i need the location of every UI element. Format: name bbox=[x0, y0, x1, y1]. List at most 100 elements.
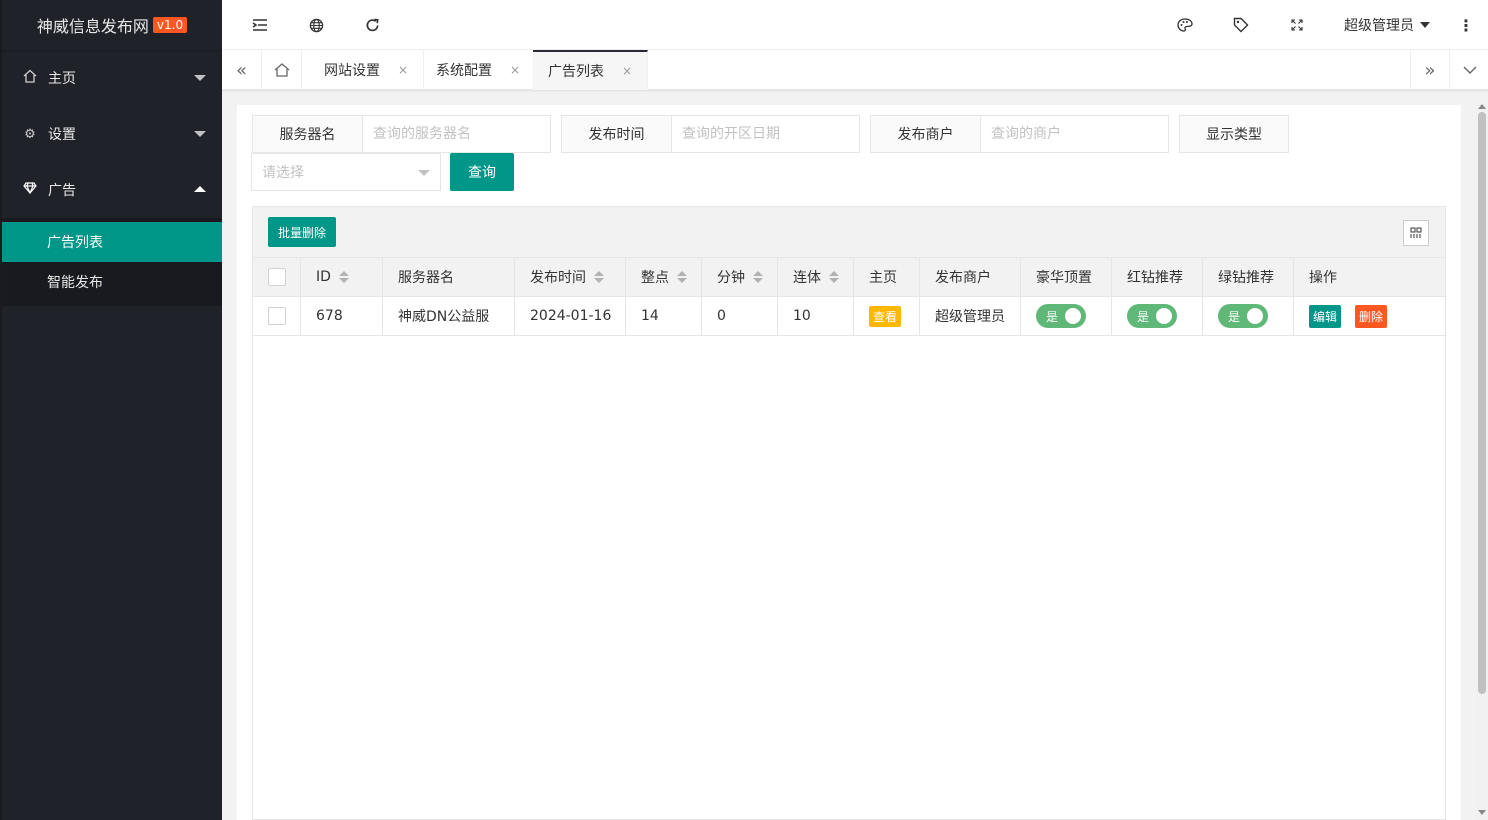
th-label: 豪华顶置 bbox=[1036, 270, 1092, 286]
chevron-up-icon bbox=[194, 186, 206, 192]
page-scrollbar[interactable] bbox=[1476, 102, 1488, 820]
cell-merchant: 超级管理员 bbox=[920, 297, 1021, 335]
more-vertical-icon[interactable]: ⋮ bbox=[1458, 0, 1474, 50]
tab-bar: « 网站设置 × 系统配置 × 广告列表 × » bbox=[222, 50, 1488, 90]
th-id[interactable]: ID bbox=[301, 258, 383, 296]
edit-button[interactable]: 编辑 bbox=[1309, 304, 1342, 328]
display-type-field: 显示类型 bbox=[1179, 115, 1289, 153]
sort-icon[interactable] bbox=[594, 271, 604, 283]
chevron-down-icon bbox=[194, 131, 206, 137]
server-name-input[interactable] bbox=[363, 116, 550, 152]
th-label: 服务器名 bbox=[398, 270, 454, 286]
sort-icon[interactable] bbox=[338, 271, 349, 283]
cell-minute: 0 bbox=[702, 297, 778, 335]
column-filter-icon[interactable] bbox=[1403, 220, 1429, 246]
merchant-input[interactable] bbox=[981, 116, 1168, 152]
tab-home-icon[interactable] bbox=[262, 50, 302, 90]
th-time[interactable]: 发布时间 bbox=[515, 258, 626, 296]
palette-icon[interactable] bbox=[1165, 0, 1205, 50]
luxury-top-toggle[interactable]: 是 bbox=[1036, 304, 1086, 328]
tabs-scroll-right-icon[interactable]: » bbox=[1410, 50, 1450, 90]
sidebar-item-settings[interactable]: ⚙ 设置 bbox=[2, 106, 222, 162]
delete-button[interactable]: 删除 bbox=[1355, 304, 1388, 328]
sidebar-item-ads[interactable]: 广告 bbox=[2, 162, 222, 218]
sidebar-item-label: 设置 bbox=[48, 127, 76, 143]
tab-system-config[interactable]: 系统配置 × bbox=[421, 50, 537, 90]
refresh-icon[interactable] bbox=[352, 0, 392, 50]
tab-label: 系统配置 bbox=[436, 63, 492, 79]
table-toolbar: 批量删除 bbox=[253, 207, 1445, 258]
toggle-label: 是 bbox=[1228, 309, 1241, 324]
th-server: 服务器名 bbox=[383, 258, 515, 296]
sort-icon[interactable] bbox=[829, 271, 839, 283]
sidebar-item-ad-list[interactable]: 广告列表 bbox=[2, 222, 222, 262]
fullscreen-icon[interactable] bbox=[1277, 0, 1317, 50]
publish-date-input[interactable] bbox=[672, 116, 859, 152]
query-button[interactable]: 查询 bbox=[450, 153, 514, 191]
th-label: 分钟 bbox=[717, 270, 745, 286]
version-badge: v1.0 bbox=[152, 17, 188, 33]
home-icon bbox=[22, 69, 38, 87]
user-name: 超级管理员 bbox=[1344, 18, 1414, 34]
tab-label: 广告列表 bbox=[548, 64, 604, 80]
th-green-diamond: 绿钻推荐 bbox=[1203, 258, 1294, 296]
search-server-field: 服务器名 bbox=[252, 115, 551, 153]
view-home-badge[interactable]: 查看 bbox=[869, 305, 902, 327]
toggle-knob bbox=[1065, 308, 1081, 324]
scrollbar-thumb[interactable] bbox=[1478, 112, 1486, 694]
toggle-label: 是 bbox=[1046, 309, 1059, 324]
cell-luxury-top: 是 bbox=[1021, 297, 1112, 335]
close-icon[interactable]: × bbox=[510, 63, 520, 77]
gear-icon: ⚙ bbox=[24, 126, 36, 142]
tab-site-settings[interactable]: 网站设置 × bbox=[309, 50, 425, 90]
scroll-up-icon[interactable] bbox=[1478, 104, 1486, 109]
cell-actions: 编辑 删除 bbox=[1294, 297, 1445, 335]
green-diamond-toggle[interactable]: 是 bbox=[1218, 304, 1268, 328]
th-combo[interactable]: 连体 bbox=[778, 258, 854, 296]
close-icon[interactable]: × bbox=[398, 63, 408, 77]
select-all-checkbox[interactable] bbox=[268, 268, 286, 286]
th-label: 绿钻推荐 bbox=[1218, 270, 1274, 286]
th-label: ID bbox=[316, 269, 331, 285]
row-checkbox[interactable] bbox=[268, 307, 286, 325]
sidebar-item-label: 广告 bbox=[48, 183, 76, 199]
ad-table: 批量删除 ID 服务器名 发布时间 整点 分钟 连体 主页 发布商户 豪华顶置 … bbox=[252, 206, 1446, 820]
th-hour[interactable]: 整点 bbox=[626, 258, 702, 296]
cell-red-diamond: 是 bbox=[1112, 297, 1203, 335]
th-actions: 操作 bbox=[1294, 258, 1445, 296]
select-all-cell bbox=[253, 258, 301, 296]
th-minute[interactable]: 分钟 bbox=[702, 258, 778, 296]
search-time-field: 发布时间 bbox=[561, 115, 860, 153]
top-header: 超级管理员 ⋮ bbox=[222, 0, 1488, 50]
sort-icon[interactable] bbox=[753, 271, 763, 283]
chevron-down-icon bbox=[418, 170, 430, 176]
cell-time: 2024-01-16 bbox=[515, 297, 626, 335]
scroll-down-icon[interactable] bbox=[1478, 810, 1486, 815]
th-label: 发布时间 bbox=[530, 270, 586, 286]
user-menu[interactable]: 超级管理员 bbox=[1344, 0, 1430, 50]
th-merchant: 发布商户 bbox=[920, 258, 1021, 296]
cell-green-diamond: 是 bbox=[1203, 297, 1294, 335]
globe-icon[interactable] bbox=[296, 0, 336, 50]
table-header: ID 服务器名 发布时间 整点 分钟 连体 主页 发布商户 豪华顶置 红钻推荐 … bbox=[253, 258, 1445, 297]
batch-delete-button[interactable]: 批量删除 bbox=[268, 217, 336, 247]
menu-fold-icon[interactable] bbox=[240, 0, 280, 50]
tabs-scroll-left-icon[interactable]: « bbox=[222, 50, 262, 90]
cell-server: 神威DN公益服 bbox=[383, 297, 515, 335]
th-label: 主页 bbox=[869, 270, 897, 286]
select-placeholder: 请选择 bbox=[262, 165, 304, 181]
row-select-cell bbox=[253, 297, 301, 335]
th-red-diamond: 红钻推荐 bbox=[1112, 258, 1203, 296]
th-label: 红钻推荐 bbox=[1127, 270, 1183, 286]
sidebar-item-smart-publish[interactable]: 智能发布 bbox=[2, 262, 222, 302]
sort-icon[interactable] bbox=[677, 271, 687, 283]
sidebar-item-home[interactable]: 主页 bbox=[2, 50, 222, 106]
red-diamond-toggle[interactable]: 是 bbox=[1127, 304, 1177, 328]
close-icon[interactable]: × bbox=[622, 64, 632, 78]
app-logo[interactable]: 神威信息发布网 v1.0 bbox=[2, 0, 222, 50]
tabs-dropdown-icon[interactable] bbox=[1450, 50, 1488, 90]
tab-ad-list[interactable]: 广告列表 × bbox=[533, 50, 649, 90]
tag-icon[interactable] bbox=[1221, 0, 1261, 50]
th-home: 主页 bbox=[854, 258, 920, 296]
display-type-select[interactable]: 请选择 bbox=[251, 153, 441, 191]
